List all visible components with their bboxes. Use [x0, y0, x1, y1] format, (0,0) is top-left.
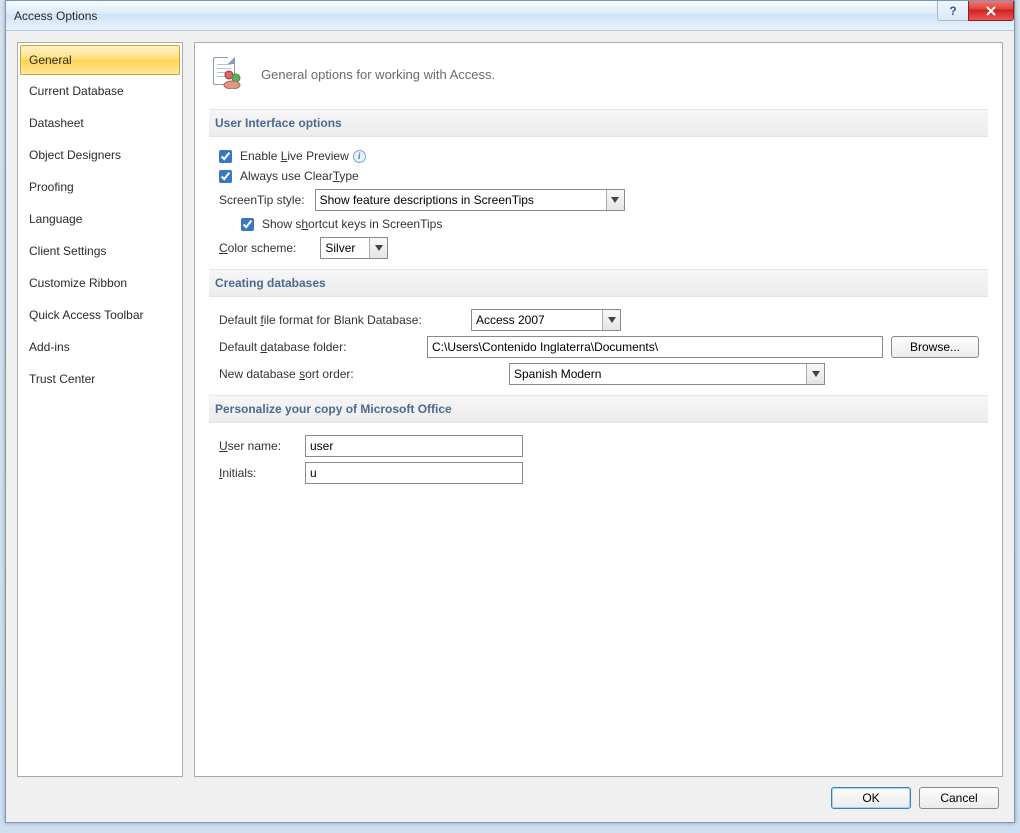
close-button[interactable]: [968, 1, 1014, 21]
titlebar: Access Options ?: [6, 1, 1014, 31]
default-database-folder-label: Default database folder:: [219, 340, 419, 354]
dialog-footer: OK Cancel: [17, 777, 1003, 811]
screentip-style-select[interactable]: Show feature descriptions in ScreenTips: [315, 189, 625, 211]
access-options-dialog: Access Options ? General Current Databas…: [5, 0, 1015, 823]
initials-label: Initials:: [219, 466, 297, 480]
close-icon: [985, 6, 997, 16]
screentip-style-label: ScreenTip style:: [219, 193, 305, 207]
user-name-label: User name:: [219, 439, 297, 453]
options-content: General options for working with Access.…: [194, 42, 1003, 777]
browse-button[interactable]: Browse...: [891, 336, 979, 358]
color-scheme-label: Color scheme:: [219, 241, 296, 255]
color-scheme-select[interactable]: Silver: [320, 237, 388, 259]
sidebar-item-quick-access-toolbar[interactable]: Quick Access Toolbar: [18, 299, 182, 331]
sidebar-item-language[interactable]: Language: [18, 203, 182, 235]
initials-input[interactable]: [305, 462, 523, 484]
sidebar-item-add-ins[interactable]: Add-ins: [18, 331, 182, 363]
enable-live-preview-checkbox[interactable]: [219, 150, 232, 163]
always-cleartype-label: Always use ClearType: [240, 169, 359, 183]
help-icon: ?: [949, 4, 956, 18]
sidebar-item-customize-ribbon[interactable]: Customize Ribbon: [18, 267, 182, 299]
info-icon[interactable]: i: [353, 150, 366, 163]
show-shortcut-keys-label: Show shortcut keys in ScreenTips: [262, 217, 442, 231]
sidebar-item-current-database[interactable]: Current Database: [18, 75, 182, 107]
default-file-format-select[interactable]: Access 2007: [471, 309, 621, 331]
default-database-folder-input[interactable]: [427, 336, 883, 358]
window-title: Access Options: [14, 9, 97, 23]
new-database-sort-order-select[interactable]: Spanish Modern: [509, 363, 825, 385]
default-file-format-label: Default file format for Blank Database:: [219, 313, 463, 327]
show-shortcut-keys-checkbox[interactable]: [241, 218, 254, 231]
sidebar-item-general[interactable]: General: [20, 45, 180, 75]
sidebar-item-datasheet[interactable]: Datasheet: [18, 107, 182, 139]
section-creating-databases: Creating databases: [209, 269, 988, 297]
enable-live-preview-label: Enable Live Preview: [240, 149, 349, 163]
help-button[interactable]: ?: [937, 1, 969, 21]
user-name-input[interactable]: [305, 435, 523, 457]
sidebar-item-client-settings[interactable]: Client Settings: [18, 235, 182, 267]
new-database-sort-order-label: New database sort order:: [219, 367, 501, 381]
always-cleartype-checkbox[interactable]: [219, 170, 232, 183]
section-personalize: Personalize your copy of Microsoft Offic…: [209, 395, 988, 423]
category-sidebar: General Current Database Datasheet Objec…: [17, 42, 183, 777]
ok-button[interactable]: OK: [831, 787, 911, 809]
general-options-icon: [213, 57, 247, 91]
sidebar-item-proofing[interactable]: Proofing: [18, 171, 182, 203]
sidebar-item-trust-center[interactable]: Trust Center: [18, 363, 182, 395]
sidebar-item-object-designers[interactable]: Object Designers: [18, 139, 182, 171]
page-heading: General options for working with Access.: [261, 67, 495, 82]
cancel-button[interactable]: Cancel: [919, 787, 999, 809]
section-ui-options: User Interface options: [209, 109, 988, 137]
